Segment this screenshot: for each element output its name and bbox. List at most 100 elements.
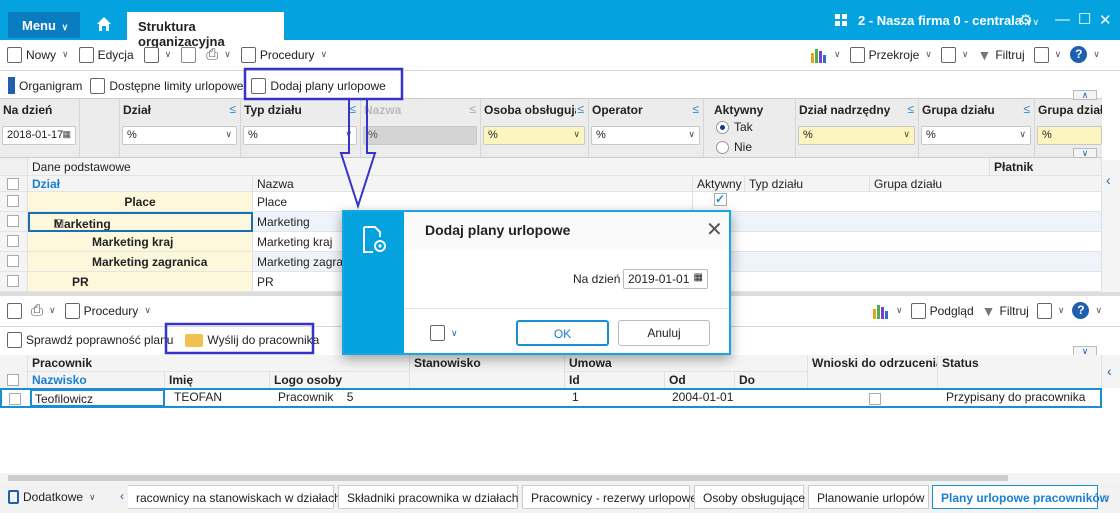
row-checkbox[interactable]: [0, 232, 28, 252]
cell-imie[interactable]: TEOFAN: [170, 389, 270, 407]
cell-nazwisko[interactable]: Teofilowicz: [30, 389, 165, 407]
cell-od[interactable]: 2004-01-01: [668, 389, 738, 407]
layout-settings-button[interactable]: ∨: [1036, 302, 1064, 319]
sort-icon[interactable]: ≤: [229, 102, 236, 116]
add-plans-button[interactable]: Dodaj plany urlopowe: [251, 77, 386, 94]
filter-input[interactable]: % ∨: [798, 126, 915, 145]
column-header-od[interactable]: Od: [665, 372, 735, 389]
cell-aktywny[interactable]: [693, 272, 1102, 292]
select-all[interactable]: [0, 355, 28, 389]
dialog-date-input[interactable]: 2019-01-01 ▦: [623, 269, 708, 289]
select-all[interactable]: [0, 176, 28, 192]
column-header-dzial[interactable]: Dział: [28, 176, 253, 192]
cell-aktywny[interactable]: [693, 252, 1102, 272]
date-input[interactable]: 2018-01-17 ▦: [2, 126, 76, 145]
row-checkbox[interactable]: [0, 192, 28, 212]
search-button[interactable]: ∨: [143, 46, 171, 63]
radio-tak[interactable]: Tak: [716, 120, 753, 134]
scrollbar-thumb[interactable]: [8, 475, 1008, 481]
cell-dzial[interactable]: - Marketing: [28, 212, 253, 232]
column-header-imie[interactable]: Imię: [165, 372, 270, 389]
dialog-settings-button[interactable]: ∨: [430, 325, 458, 341]
filter-input[interactable]: %: [1037, 126, 1102, 145]
minimize-icon[interactable]: —: [1055, 11, 1070, 28]
checkbox-checked-icon[interactable]: ✓: [714, 193, 727, 206]
sort-icon[interactable]: ≤: [577, 102, 584, 116]
column-header-status[interactable]: Status: [938, 355, 1102, 389]
tab-pracownicy-stanowiska[interactable]: racownicy na stanowiskach w działach: [128, 485, 341, 509]
help-button[interactable]: ? ∨: [1070, 46, 1100, 63]
ok-button[interactable]: OK: [516, 320, 609, 346]
check-plan-button[interactable]: Sprawdź poprawność planu: [7, 332, 173, 348]
wnioski-checkbox[interactable]: [869, 393, 881, 405]
column-header-wnioski[interactable]: Wnioski do odrzucenia: [808, 355, 938, 389]
procedures-button[interactable]: Procedury ∨: [240, 46, 327, 63]
close-window-icon[interactable]: ✕: [1099, 11, 1112, 29]
row-checkbox[interactable]: [0, 212, 28, 232]
home-icon[interactable]: [96, 16, 112, 32]
cell-dzial[interactable]: PR: [28, 272, 253, 292]
expand-down-button[interactable]: ∨: [1073, 148, 1097, 158]
cell-aktywny[interactable]: [693, 232, 1102, 252]
cell-nazwa[interactable]: Place: [253, 192, 693, 212]
column-header-nazwisko[interactable]: Nazwisko: [28, 372, 165, 389]
row-checkbox[interactable]: [9, 393, 21, 405]
chart-button[interactable]: ∨: [872, 303, 903, 319]
sections-button[interactable]: Przekroje ∨: [849, 46, 932, 63]
layout-settings-button[interactable]: ∨: [1033, 46, 1061, 63]
scroll-left-button[interactable]: ‹: [1102, 160, 1120, 292]
column-header-grupa[interactable]: Grupa działu: [870, 176, 1102, 192]
tab-rezerwy[interactable]: Pracownicy - rezerwy urlopowe: [522, 485, 697, 509]
cancel-button[interactable]: Anuluj: [618, 320, 710, 346]
sort-icon[interactable]: ≤: [1023, 102, 1030, 116]
close-icon[interactable]: ✕: [706, 217, 723, 242]
table-row[interactable]: Teofilowicz TEOFAN Pracownik 5 1 2004-01…: [0, 388, 1102, 408]
tab-plany-urlopowe[interactable]: Plany urlopowe pracowników: [932, 485, 1109, 509]
cell-aktywny[interactable]: ✓: [693, 192, 1102, 212]
gear-icon[interactable]: ⚙∨: [1019, 11, 1039, 29]
tabs-scroll-right[interactable]: ›: [1104, 489, 1108, 503]
filter-input[interactable]: % ∨: [243, 126, 357, 145]
additional-button[interactable]: Dodatkowe ∨: [8, 490, 96, 504]
scroll-left-button[interactable]: ‹: [1102, 355, 1120, 388]
company-selector[interactable]: 2 - Nasza firma 0 - centrala ∨: [858, 13, 1032, 28]
row-checkbox[interactable]: [0, 252, 28, 272]
cell-logo[interactable]: Pracownik 5: [274, 389, 412, 407]
collapse-up-button[interactable]: ∧: [1073, 90, 1097, 100]
filter-input[interactable]: % ∨: [122, 126, 237, 145]
cell-dzial[interactable]: Place: [28, 192, 253, 212]
apps-grid-icon[interactable]: [835, 14, 847, 26]
tab-osoby[interactable]: Osoby obsługujące: [694, 485, 805, 509]
cell-status[interactable]: Przypisany do pracownika: [942, 389, 1100, 407]
procedures-button[interactable]: Procedury ∨: [64, 302, 151, 319]
row-checkbox[interactable]: [0, 272, 28, 292]
cell-dzial[interactable]: Marketing zagranica: [28, 252, 253, 272]
sort-icon[interactable]: ≤: [907, 102, 914, 116]
column-header-id[interactable]: Id: [565, 372, 665, 389]
column-header-stanowisko[interactable]: Stanowisko: [410, 355, 565, 389]
column-header-nazwa[interactable]: Nazwa: [253, 176, 693, 192]
print-button[interactable]: ⎙ ∨: [31, 302, 56, 319]
sort-icon[interactable]: ≤: [349, 102, 356, 116]
new-button[interactable]: Nowy ∨: [7, 46, 69, 63]
cell-id[interactable]: 1: [568, 389, 668, 407]
chart-button[interactable]: ∨: [810, 47, 841, 63]
tab-skladniki[interactable]: Składniki pracownika w działach: [338, 485, 518, 509]
column-header-aktywny[interactable]: Aktywny: [693, 176, 745, 192]
column-header-logo[interactable]: Logo osoby: [270, 372, 410, 389]
cell-aktywny[interactable]: [693, 212, 1102, 232]
tab-planowanie[interactable]: Planowanie urlopów: [808, 485, 929, 509]
filter-button[interactable]: ▼ Filtruj: [982, 303, 1029, 319]
tab-struktura[interactable]: Struktura organizacyjna: [127, 12, 284, 49]
sort-icon[interactable]: ≤: [692, 102, 699, 116]
settings-warning-button[interactable]: ∨: [940, 46, 968, 63]
edit-button[interactable]: Edycja: [78, 46, 134, 63]
column-header-do[interactable]: Do: [735, 372, 808, 389]
tabs-scroll-left[interactable]: ‹: [120, 489, 124, 503]
send-to-employee-button[interactable]: Wyślij do pracownika: [185, 333, 319, 347]
cell-do[interactable]: [738, 389, 808, 407]
preview-button[interactable]: Podgląd: [910, 302, 974, 319]
radio-nie[interactable]: Nie: [716, 140, 752, 154]
filter-input[interactable]: % ∨: [591, 126, 700, 145]
delete-button[interactable]: [7, 302, 22, 319]
